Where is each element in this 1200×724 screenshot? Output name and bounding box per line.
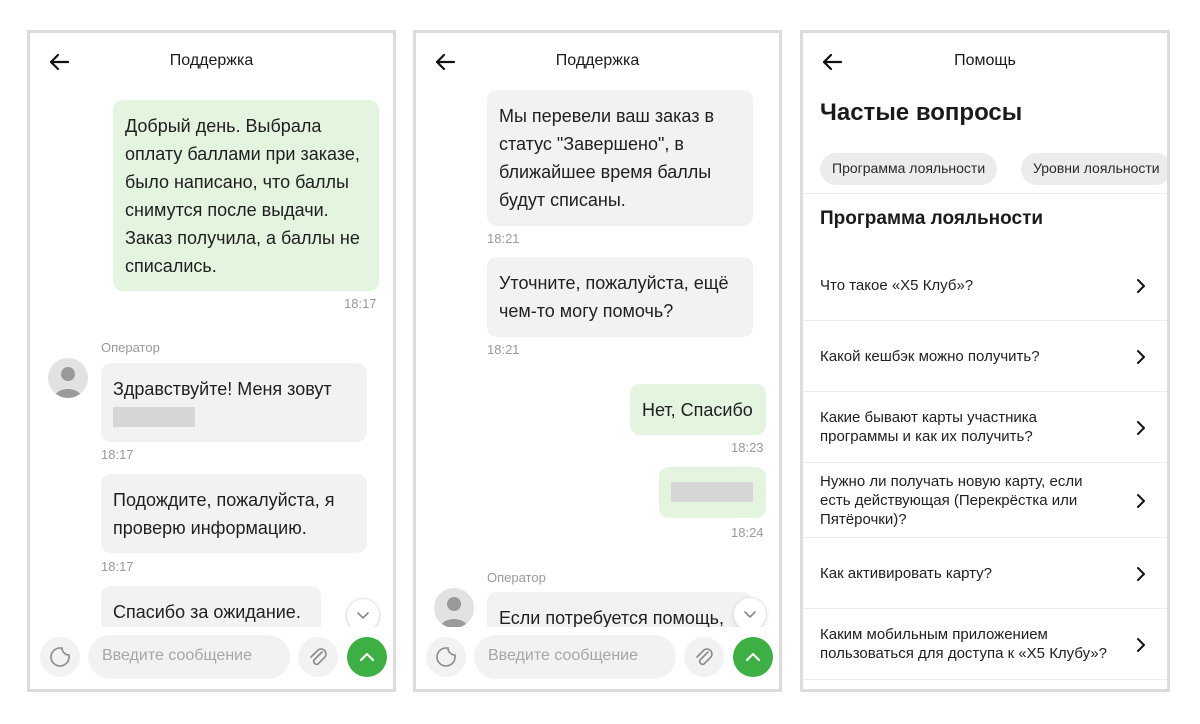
operator-label: Оператор xyxy=(487,570,546,585)
message-time: 18:17 xyxy=(101,559,134,574)
message-time: 18:21 xyxy=(487,231,520,246)
chevron-down-icon xyxy=(744,611,756,619)
redacted-name xyxy=(113,407,195,427)
sticker-button[interactable] xyxy=(426,637,466,677)
faq-question: Что такое «X5 Клуб»? xyxy=(820,277,974,294)
chevron-right-icon xyxy=(1137,421,1145,435)
chat-header: Поддержка xyxy=(416,33,779,91)
help-header: Помощь xyxy=(803,33,1167,91)
send-button[interactable] xyxy=(733,637,773,677)
message-input-bar: Введите сообщение xyxy=(30,627,393,689)
sticker-icon xyxy=(436,647,456,667)
chevron-right-icon xyxy=(1137,567,1145,581)
chip-loyalty-levels[interactable]: Уровни лояльности xyxy=(1021,153,1167,185)
message-bubble-incoming: Здравствуйте! Меня зовут xyxy=(101,363,367,442)
message-bubble-outgoing: Добрый день. Выбрала оплату баллами при … xyxy=(113,100,379,291)
user-avatar-icon xyxy=(48,358,88,398)
arrow-up-icon xyxy=(746,653,760,661)
paperclip-icon xyxy=(696,648,713,666)
message-input[interactable]: Введите сообщение xyxy=(88,635,290,679)
message-bubble-incoming: Мы перевели ваш заказ в статус "Завершен… xyxy=(487,90,753,226)
faq-item[interactable]: Как активировать карту? xyxy=(803,538,1167,609)
section-title: Программа лояльности xyxy=(820,208,1044,229)
faq-question: Какой кешбэк можно получить? xyxy=(820,348,1040,365)
message-input-bar: Введите сообщение xyxy=(416,627,779,689)
send-button[interactable] xyxy=(347,637,387,677)
chevron-right-icon xyxy=(1137,494,1145,508)
message-time: 18:24 xyxy=(731,525,764,540)
chat-header: Поддержка xyxy=(30,33,393,91)
page-title: Поддержка xyxy=(169,52,254,69)
message-time: 18:17 xyxy=(101,447,134,462)
faq-item[interactable]: Какие бывают карты участника программы и… xyxy=(803,392,1167,463)
faq-question: Каким мобильным приложением пользоваться… xyxy=(820,626,1107,662)
faq-item[interactable]: Каким мобильным приложением пользоваться… xyxy=(803,609,1167,680)
scroll-down-button[interactable] xyxy=(733,597,767,631)
message-time: 18:23 xyxy=(731,440,764,455)
chevron-right-icon xyxy=(1137,350,1145,364)
faq-item[interactable]: Какой кешбэк можно получить? xyxy=(803,321,1167,392)
message-bubble-outgoing: Нет, Спасибо xyxy=(630,384,766,435)
chat-screen-2: Поддержка Мы перевели ваш заказ в статус… xyxy=(413,30,782,692)
faq-item[interactable]: Что такое «X5 Клуб»? xyxy=(803,251,1167,321)
faq-question: Как активировать карту? xyxy=(820,565,992,582)
chip-loyalty-program[interactable]: Программа лояльности xyxy=(820,153,998,185)
message-time: 18:17 xyxy=(344,296,377,311)
message-bubble-incoming: Уточните, пожалуйста, ещё чем-то могу по… xyxy=(487,257,753,337)
message-bubble-outgoing xyxy=(659,467,766,518)
sticker-icon xyxy=(50,647,70,667)
attach-button[interactable] xyxy=(684,637,724,677)
paperclip-icon xyxy=(310,648,327,666)
chevron-right-icon xyxy=(1137,638,1145,652)
faq-item[interactable]: Нужно ли получать новую карту, если есть… xyxy=(803,463,1167,538)
user-avatar-icon xyxy=(434,588,474,628)
sticker-button[interactable] xyxy=(40,637,80,677)
attach-button[interactable] xyxy=(298,637,338,677)
redacted-content xyxy=(671,482,753,502)
page-title: Поддержка xyxy=(555,52,640,69)
arrow-up-icon xyxy=(360,653,374,661)
chat-screen-1: Поддержка Добрый день. Выбрала оплату ба… xyxy=(27,30,396,692)
divider xyxy=(803,193,1167,194)
help-screen: Помощь Частые вопросы Программа лояльнос… xyxy=(800,30,1170,692)
faq-question: Какие бывают карты участника программы и… xyxy=(820,409,1037,445)
message-text: Здравствуйте! Меня зовут xyxy=(113,379,332,399)
operator-label: Оператор xyxy=(101,340,160,355)
faq-heading: Частые вопросы xyxy=(820,99,1023,126)
message-bubble-incoming: Подождите, пожалуйста, я проверю информа… xyxy=(101,474,367,553)
faq-question: Нужно ли получать новую карту, если есть… xyxy=(820,473,1083,528)
message-input[interactable]: Введите сообщение xyxy=(474,635,676,679)
chevron-right-icon xyxy=(1137,279,1145,293)
message-time: 18:21 xyxy=(487,342,520,357)
page-title: Помощь xyxy=(954,52,1016,69)
